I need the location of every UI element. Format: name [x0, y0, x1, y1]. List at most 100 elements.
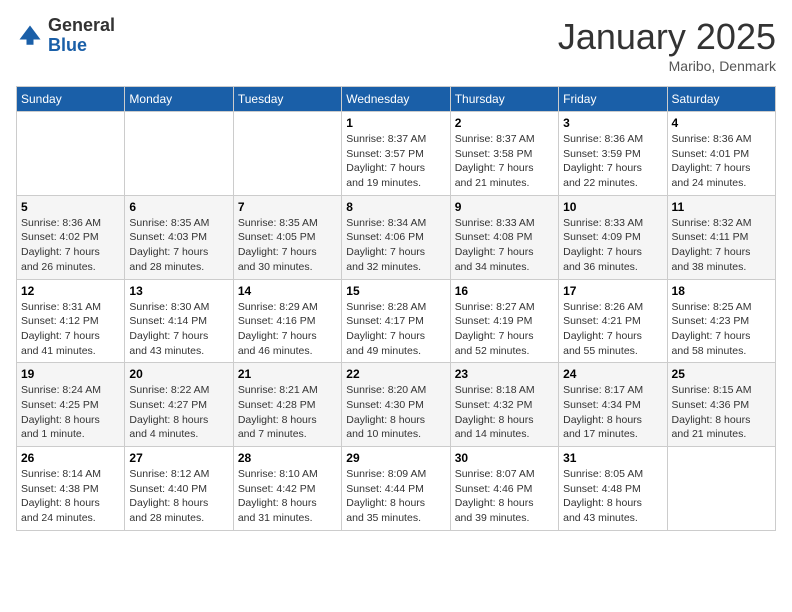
- day-number: 25: [672, 367, 771, 381]
- day-info: Sunrise: 8:28 AM Sunset: 4:17 PM Dayligh…: [346, 300, 445, 359]
- weekday-header-thursday: Thursday: [450, 87, 558, 112]
- day-info: Sunrise: 8:35 AM Sunset: 4:03 PM Dayligh…: [129, 216, 228, 275]
- day-number: 10: [563, 200, 662, 214]
- calendar-cell: 26 Sunrise: 8:14 AM Sunset: 4:38 PM Dayli…: [17, 447, 125, 531]
- calendar-cell: 14Sunrise: 8:29 AM Sunset: 4:16 PM Dayli…: [233, 279, 341, 363]
- day-number: 16: [455, 284, 554, 298]
- day-number: 31: [563, 451, 662, 465]
- day-info: Sunrise: 8:20 AM Sunset: 4:30 PM Dayligh…: [346, 383, 445, 442]
- month-title: January 2025: [558, 16, 776, 58]
- day-info: Sunrise: 8:12 AM Sunset: 4:40 PM Dayligh…: [129, 467, 228, 526]
- day-info: Sunrise: 8:35 AM Sunset: 4:05 PM Dayligh…: [238, 216, 337, 275]
- day-number: 19: [21, 367, 120, 381]
- page-header: General Blue January 2025 Maribo, Denmar…: [16, 16, 776, 74]
- day-info: Sunrise: 8:07 AM Sunset: 4:46 PM Dayligh…: [455, 467, 554, 526]
- day-info: Sunrise: 8:05 AM Sunset: 4:48 PM Dayligh…: [563, 467, 662, 526]
- calendar-cell: 5 Sunrise: 8:36 AM Sunset: 4:02 PM Daylig…: [17, 195, 125, 279]
- day-info: Sunrise: 8:30 AM Sunset: 4:14 PM Dayligh…: [129, 300, 228, 359]
- logo-general-text: General: [48, 16, 115, 36]
- week-row-5: 26 Sunrise: 8:14 AM Sunset: 4:38 PM Dayli…: [17, 447, 776, 531]
- weekday-header-tuesday: Tuesday: [233, 87, 341, 112]
- day-number: 24: [563, 367, 662, 381]
- calendar-cell: 11 Sunrise: 8:32 AM Sunset: 4:11 PM Dayli…: [667, 195, 775, 279]
- logo: General Blue: [16, 16, 115, 56]
- day-number: 11: [672, 200, 771, 214]
- calendar-cell: 16 Sunrise: 8:27 AM Sunset: 4:19 PM Dayli…: [450, 279, 558, 363]
- day-info: Sunrise: 8:27 AM Sunset: 4:19 PM Dayligh…: [455, 300, 554, 359]
- week-row-4: 19 Sunrise: 8:24 AM Sunset: 4:25 PM Dayli…: [17, 363, 776, 447]
- day-info: Sunrise: 8:17 AM Sunset: 4:34 PM Dayligh…: [563, 383, 662, 442]
- day-info: Sunrise: 8:25 AM Sunset: 4:23 PM Dayligh…: [672, 300, 771, 359]
- calendar-cell: 3 Sunrise: 8:36 AM Sunset: 3:59 PM Daylig…: [559, 112, 667, 196]
- weekday-header-monday: Monday: [125, 87, 233, 112]
- day-number: 22: [346, 367, 445, 381]
- day-info: Sunrise: 8:21 AM Sunset: 4:28 PM Dayligh…: [238, 383, 337, 442]
- day-info: Sunrise: 8:22 AM Sunset: 4:27 PM Dayligh…: [129, 383, 228, 442]
- day-info: Sunrise: 8:09 AM Sunset: 4:44 PM Dayligh…: [346, 467, 445, 526]
- weekday-header-friday: Friday: [559, 87, 667, 112]
- day-number: 7: [238, 200, 337, 214]
- logo-icon: [16, 22, 44, 50]
- calendar-cell: 6 Sunrise: 8:35 AM Sunset: 4:03 PM Daylig…: [125, 195, 233, 279]
- day-info: Sunrise: 8:24 AM Sunset: 4:25 PM Dayligh…: [21, 383, 120, 442]
- calendar-cell: 9 Sunrise: 8:33 AM Sunset: 4:08 PM Daylig…: [450, 195, 558, 279]
- day-info: Sunrise: 8:15 AM Sunset: 4:36 PM Dayligh…: [672, 383, 771, 442]
- calendar-cell: 17 Sunrise: 8:26 AM Sunset: 4:21 PM Dayli…: [559, 279, 667, 363]
- day-info: Sunrise: 8:36 AM Sunset: 4:01 PM Dayligh…: [672, 132, 771, 191]
- calendar-cell: 30Sunrise: 8:07 AM Sunset: 4:46 PM Dayli…: [450, 447, 558, 531]
- calendar-cell: 7 Sunrise: 8:35 AM Sunset: 4:05 PM Daylig…: [233, 195, 341, 279]
- calendar-cell: 29Sunrise: 8:09 AM Sunset: 4:44 PM Dayli…: [342, 447, 450, 531]
- day-number: 4: [672, 116, 771, 130]
- day-number: 18: [672, 284, 771, 298]
- title-block: January 2025 Maribo, Denmark: [558, 16, 776, 74]
- day-number: 6: [129, 200, 228, 214]
- calendar-cell: 31 Sunrise: 8:05 AM Sunset: 4:48 PM Dayli…: [559, 447, 667, 531]
- calendar-cell: [667, 447, 775, 531]
- day-number: 2: [455, 116, 554, 130]
- calendar-cell: 2 Sunrise: 8:37 AM Sunset: 3:58 PM Daylig…: [450, 112, 558, 196]
- logo-text: General Blue: [48, 16, 115, 56]
- day-info: Sunrise: 8:29 AM Sunset: 4:16 PM Dayligh…: [238, 300, 337, 359]
- weekday-header-saturday: Saturday: [667, 87, 775, 112]
- day-number: 27: [129, 451, 228, 465]
- day-number: 26: [21, 451, 120, 465]
- calendar-cell: 21 Sunrise: 8:21 AM Sunset: 4:28 PM Dayli…: [233, 363, 341, 447]
- calendar-cell: 27 Sunrise: 8:12 AM Sunset: 4:40 PM Dayli…: [125, 447, 233, 531]
- day-number: 9: [455, 200, 554, 214]
- day-number: 8: [346, 200, 445, 214]
- calendar-cell: 15Sunrise: 8:28 AM Sunset: 4:17 PM Dayli…: [342, 279, 450, 363]
- day-info: Sunrise: 8:34 AM Sunset: 4:06 PM Dayligh…: [346, 216, 445, 275]
- day-info: Sunrise: 8:37 AM Sunset: 3:58 PM Dayligh…: [455, 132, 554, 191]
- calendar-cell: 25 Sunrise: 8:15 AM Sunset: 4:36 PM Dayli…: [667, 363, 775, 447]
- day-number: 1: [346, 116, 445, 130]
- calendar-cell: [125, 112, 233, 196]
- day-number: 28: [238, 451, 337, 465]
- day-info: Sunrise: 8:26 AM Sunset: 4:21 PM Dayligh…: [563, 300, 662, 359]
- day-number: 17: [563, 284, 662, 298]
- day-info: Sunrise: 8:14 AM Sunset: 4:38 PM Dayligh…: [21, 467, 120, 526]
- calendar-cell: 8 Sunrise: 8:34 AM Sunset: 4:06 PM Daylig…: [342, 195, 450, 279]
- calendar-cell: 19 Sunrise: 8:24 AM Sunset: 4:25 PM Dayli…: [17, 363, 125, 447]
- calendar-cell: [233, 112, 341, 196]
- calendar-cell: 13 Sunrise: 8:30 AM Sunset: 4:14 PM Dayli…: [125, 279, 233, 363]
- calendar-cell: 12Sunrise: 8:31 AM Sunset: 4:12 PM Dayli…: [17, 279, 125, 363]
- day-info: Sunrise: 8:33 AM Sunset: 4:08 PM Dayligh…: [455, 216, 554, 275]
- calendar-cell: 4 Sunrise: 8:36 AM Sunset: 4:01 PM Daylig…: [667, 112, 775, 196]
- day-number: 20: [129, 367, 228, 381]
- calendar-cell: 28 Sunrise: 8:10 AM Sunset: 4:42 PM Dayli…: [233, 447, 341, 531]
- calendar-cell: 18 Sunrise: 8:25 AM Sunset: 4:23 PM Dayli…: [667, 279, 775, 363]
- calendar-cell: 24 Sunrise: 8:17 AM Sunset: 4:34 PM Dayli…: [559, 363, 667, 447]
- day-info: Sunrise: 8:36 AM Sunset: 4:02 PM Dayligh…: [21, 216, 120, 275]
- day-number: 13: [129, 284, 228, 298]
- calendar-cell: [17, 112, 125, 196]
- day-number: 3: [563, 116, 662, 130]
- day-info: Sunrise: 8:36 AM Sunset: 3:59 PM Dayligh…: [563, 132, 662, 191]
- day-info: Sunrise: 8:18 AM Sunset: 4:32 PM Dayligh…: [455, 383, 554, 442]
- day-number: 21: [238, 367, 337, 381]
- day-info: Sunrise: 8:32 AM Sunset: 4:11 PM Dayligh…: [672, 216, 771, 275]
- logo-blue-text: Blue: [48, 36, 115, 56]
- location-subtitle: Maribo, Denmark: [558, 58, 776, 74]
- weekday-header-wednesday: Wednesday: [342, 87, 450, 112]
- day-number: 5: [21, 200, 120, 214]
- day-info: Sunrise: 8:10 AM Sunset: 4:42 PM Dayligh…: [238, 467, 337, 526]
